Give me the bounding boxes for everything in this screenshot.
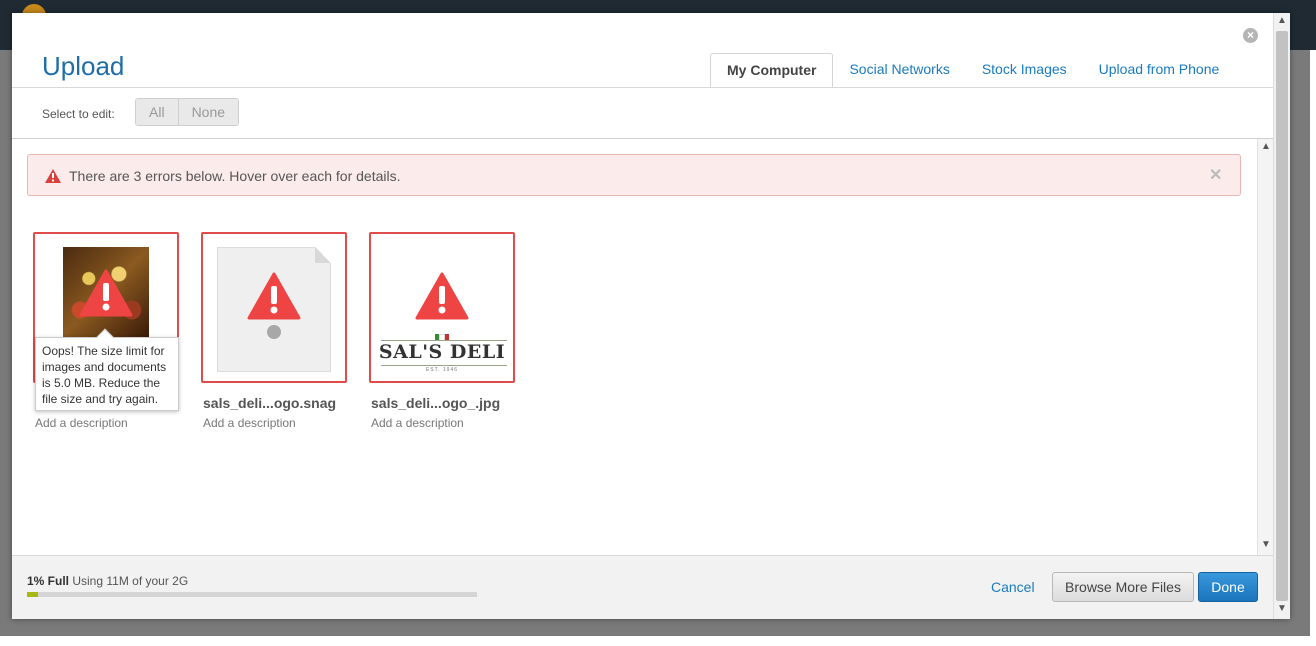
dialog-title: Upload [42, 51, 125, 81]
file-card[interactable]: sals_deli...ogo.snag Add a description [201, 232, 347, 430]
tab-social-networks[interactable]: Social Networks [833, 53, 965, 88]
file-list-area: There are 3 errors below. Hover over eac… [12, 139, 1257, 555]
file-name: sals_deli...ogo.snag [203, 395, 337, 411]
add-description-link[interactable]: Add a description [201, 416, 347, 430]
scrollbar-thumb[interactable] [1276, 31, 1288, 601]
storage-usage: 1% Full Using 11M of your 2G [27, 574, 188, 588]
error-warning-icon [415, 272, 469, 320]
error-alert: There are 3 errors below. Hover over eac… [27, 154, 1241, 196]
deli-logo-est: EST. 1946 [425, 367, 459, 373]
select-none-button[interactable]: None [177, 99, 239, 125]
tab-upload-from-phone[interactable]: Upload from Phone [1083, 53, 1236, 88]
page-fold [315, 247, 331, 263]
tooltip-text: Oops! The size limit for images and docu… [42, 344, 167, 406]
warning-triangle-icon [45, 169, 61, 183]
select-toolbar: Select to edit: All None [12, 88, 1273, 139]
cancel-button[interactable]: Cancel [991, 579, 1035, 595]
document-dot [267, 325, 281, 339]
storage-usage-text: Using 11M of your 2G [69, 574, 189, 588]
logo-rule [381, 365, 507, 366]
error-warning-icon [247, 272, 301, 320]
error-warning-icon [79, 269, 133, 317]
select-all-button[interactable]: All [136, 99, 178, 125]
error-alert-text: There are 3 errors below. Hover over eac… [69, 168, 401, 184]
file-name: sals_deli...ogo_.jpg [371, 395, 501, 411]
storage-usage-percent: 1% Full [27, 574, 70, 588]
upload-dialog: × Upload My Computer Social Networks Sto… [12, 13, 1290, 619]
file-thumbnail[interactable]: SAL'S DELI EST. 1946 [369, 232, 515, 383]
scroll-down-icon[interactable]: ▼ [1261, 539, 1271, 550]
error-tooltip: Oops! The size limit for images and docu… [35, 328, 179, 411]
scroll-down-icon[interactable]: ▼ [1277, 603, 1287, 614]
add-description-link[interactable]: Add a description [369, 416, 515, 430]
file-card[interactable]: SAL'S DELI EST. 1946 sals_deli...ogo_.jp… [369, 232, 515, 430]
file-thumbnail[interactable] [201, 232, 347, 383]
storage-progress-bar [27, 592, 477, 597]
file-list-scrollbar[interactable]: ▲ ▼ [1257, 139, 1273, 555]
add-description-link[interactable]: Add a description [33, 416, 179, 430]
scroll-up-icon[interactable]: ▲ [1261, 141, 1271, 152]
tab-my-computer[interactable]: My Computer [710, 53, 834, 88]
dialog-scrollbar[interactable]: ▲ ▼ [1273, 13, 1290, 619]
select-segmented-control: All None [135, 98, 240, 126]
storage-progress-fill [27, 592, 39, 597]
source-tabs: My Computer Social Networks Stock Images… [710, 53, 1235, 88]
dialog-close-icon[interactable]: × [1243, 28, 1258, 43]
alert-close-icon[interactable]: ✕ [1209, 165, 1222, 185]
dialog-footer: 1% Full Using 11M of your 2G Cancel Brow… [12, 555, 1273, 619]
browse-more-files-button[interactable]: Browse More Files [1052, 572, 1194, 602]
tab-stock-images[interactable]: Stock Images [966, 53, 1083, 88]
deli-logo-text: SAL'S DELI [378, 341, 506, 363]
select-label: Select to edit: [42, 107, 115, 121]
scroll-up-icon[interactable]: ▲ [1277, 15, 1287, 26]
done-button[interactable]: Done [1198, 572, 1258, 602]
